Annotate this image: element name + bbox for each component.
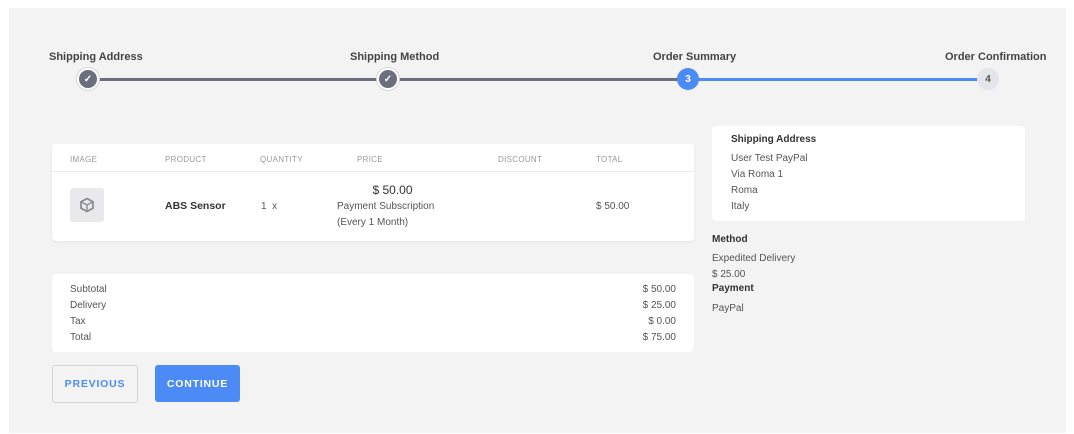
column-header-price: PRICE	[357, 155, 383, 164]
product-image	[70, 188, 104, 222]
column-header-discount: DISCOUNT	[498, 155, 543, 164]
previous-button[interactable]: PREVIOUS	[52, 365, 138, 403]
check-icon: ✓	[383, 73, 393, 85]
total-value: $ 75.00	[642, 332, 676, 343]
step-marker-order-confirmation[interactable]: 4	[977, 68, 999, 90]
check-icon: ✓	[83, 73, 93, 85]
payment-heading: Payment	[712, 283, 754, 294]
order-totals	[52, 274, 694, 352]
column-header-image: IMAGE	[70, 155, 98, 164]
column-header-total: TOTAL	[596, 155, 623, 164]
delivery-value: $ 25.00	[642, 300, 676, 311]
price-note-interval: (Every 1 Month)	[337, 217, 409, 228]
product-name: ABS Sensor	[165, 200, 226, 212]
continue-button[interactable]: CONTINUE	[155, 365, 240, 402]
shipping-city: Roma	[731, 185, 758, 196]
subtotal-value: $ 50.00	[642, 284, 676, 295]
payment-name: PayPal	[712, 303, 744, 314]
tax-label: Tax	[70, 316, 86, 327]
cube-icon	[80, 197, 94, 213]
step-marker-shipping-method[interactable]: ✓	[377, 68, 399, 90]
table-header-divider	[52, 171, 694, 172]
column-header-quantity: QUANTITY	[260, 155, 303, 164]
subtotal-label: Subtotal	[70, 284, 107, 295]
shipping-name: User Test PayPal	[731, 153, 808, 164]
delivery-label: Delivery	[70, 300, 107, 311]
step-marker-shipping-address[interactable]: ✓	[77, 68, 99, 90]
shipping-country: Italy	[731, 201, 750, 212]
product-total: $ 50.00	[596, 201, 630, 212]
product-price-cell: $ 50.00	[330, 183, 455, 197]
price-note-subscription: Payment Subscription	[337, 201, 435, 212]
column-header-product: PRODUCT	[165, 155, 207, 164]
product-price: $ 50.00	[372, 183, 413, 197]
method-name: Expedited Delivery	[712, 253, 796, 264]
step-label-order-confirmation: Order Confirmation	[945, 51, 1047, 63]
stepper-line-active	[688, 78, 988, 81]
step-number: 3	[685, 73, 691, 85]
product-quantity: 1 x	[261, 201, 278, 212]
step-marker-order-summary[interactable]: 3	[677, 68, 699, 90]
method-heading: Method	[712, 234, 748, 245]
shipping-address-heading: Shipping Address	[731, 134, 817, 145]
step-label-order-summary: Order Summary	[653, 51, 737, 63]
step-number: 4	[985, 73, 991, 85]
total-label: Total	[70, 332, 92, 343]
step-label-shipping-method: Shipping Method	[350, 51, 440, 63]
tax-value: $ 0.00	[648, 316, 676, 327]
method-price: $ 25.00	[712, 269, 746, 280]
step-label-shipping-address: Shipping Address	[49, 51, 143, 63]
shipping-street: Via Roma 1	[731, 169, 784, 180]
